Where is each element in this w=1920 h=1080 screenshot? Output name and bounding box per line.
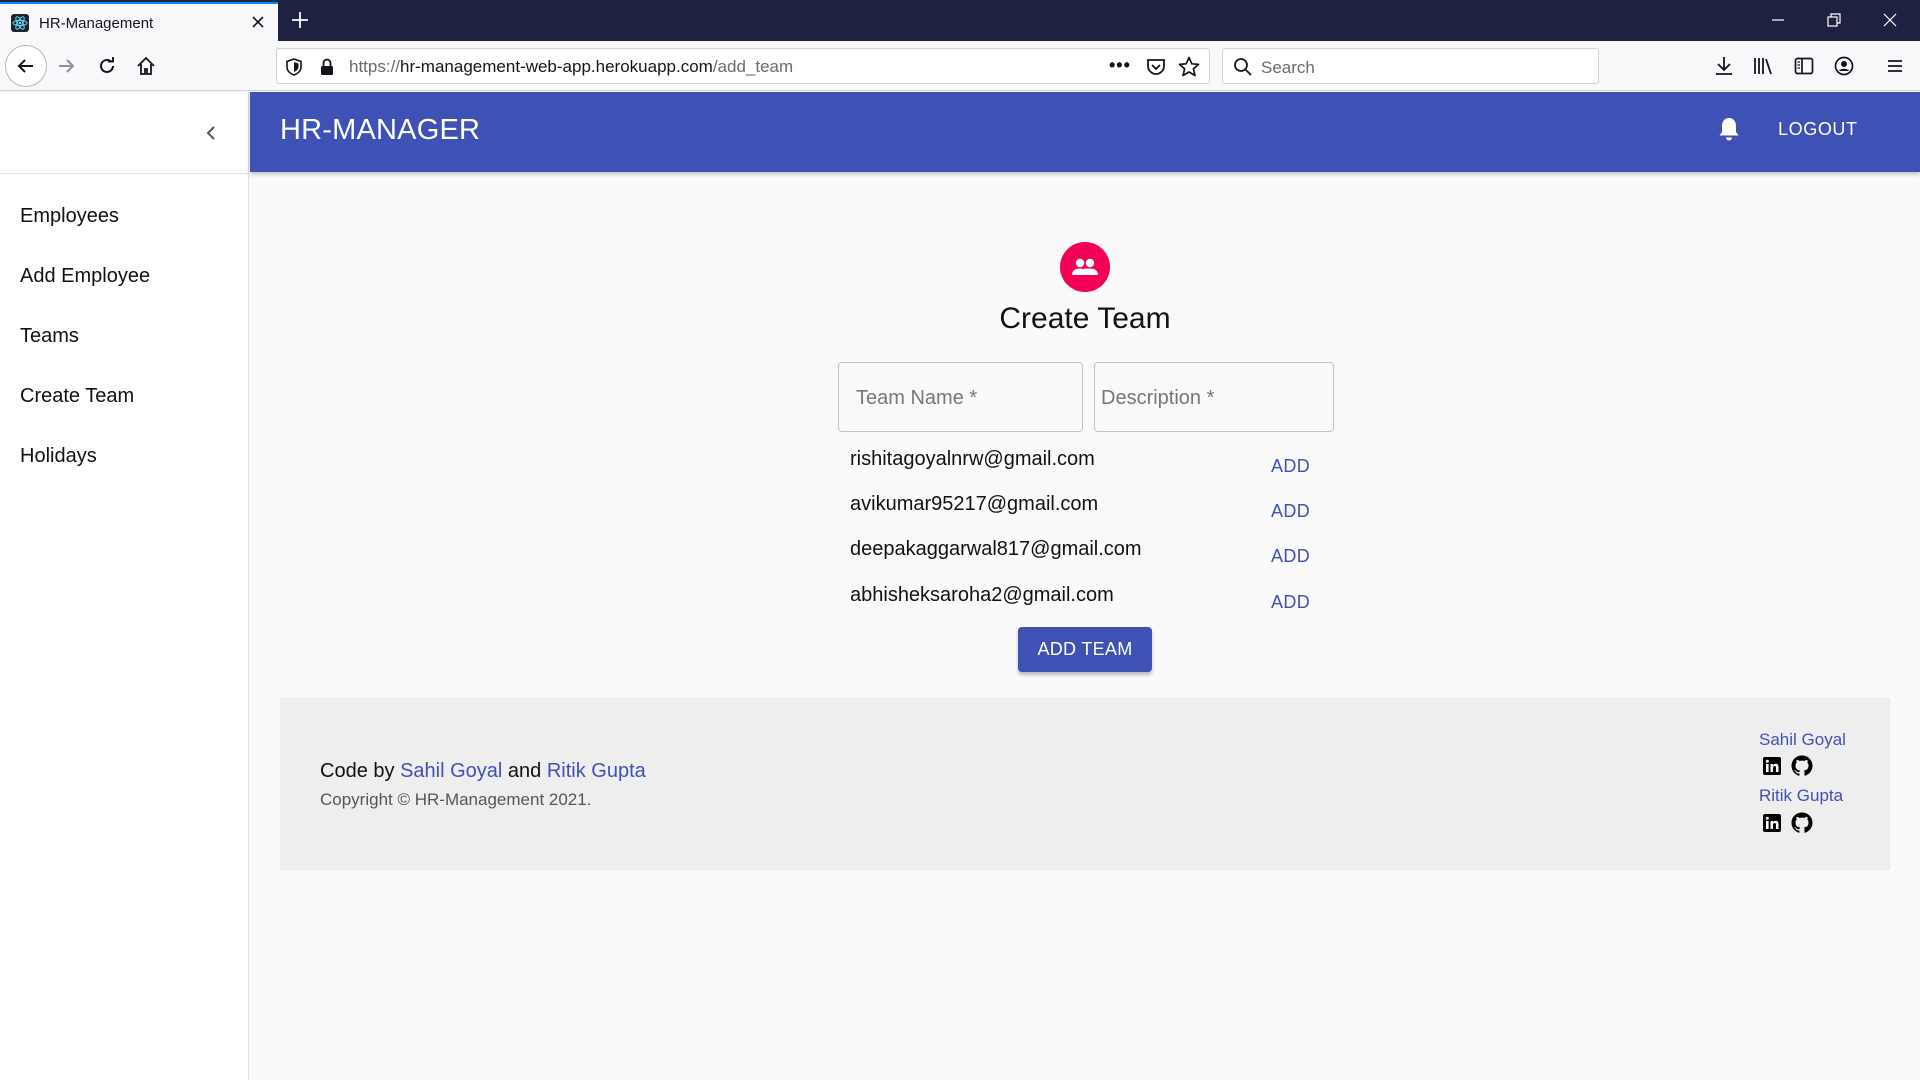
logout-button[interactable]: LOGOUT [1778, 119, 1858, 140]
footer-credit: Code by Sahil Goyal and Ritik Gupta [320, 760, 646, 782]
url-text[interactable]: https://hr-management-web-app.herokuapp.… [349, 57, 793, 77]
sidebar-item-employees[interactable]: Employees [0, 186, 248, 246]
linkedin-icon[interactable] [1762, 756, 1782, 776]
author-link-ritik[interactable]: Ritik Gupta [547, 760, 646, 782]
github-icon[interactable] [1790, 754, 1814, 778]
main-content: Create Team Team Name * Description * ri… [250, 172, 1920, 1080]
employee-email: deepakaggarwal817@gmail.com [850, 538, 1142, 560]
add-member-button[interactable]: ADD [1271, 546, 1310, 567]
footer-social-ritik [1762, 811, 1814, 835]
close-tab-icon[interactable] [248, 12, 268, 32]
employee-email: abhisheksaroha2@gmail.com [850, 584, 1114, 606]
sidebar-item-holidays[interactable]: Holidays [0, 426, 248, 486]
linkedin-icon[interactable] [1762, 813, 1782, 833]
employee-email: avikumar95217@gmail.com [850, 493, 1099, 515]
add-member-button[interactable]: ADD [1271, 592, 1310, 613]
library-icon[interactable] [1751, 53, 1777, 79]
search-box[interactable]: Search [1222, 48, 1599, 84]
forward-button[interactable] [51, 51, 81, 81]
sidebar-item-teams[interactable]: Teams [0, 306, 248, 366]
downloads-icon[interactable] [1711, 53, 1737, 79]
team-name-field[interactable]: Team Name * [838, 362, 1083, 432]
lock-icon[interactable] [319, 57, 335, 82]
menu-hamburger-icon[interactable] [1882, 53, 1908, 79]
group-icon [1072, 258, 1098, 275]
shield-icon[interactable] [285, 57, 303, 82]
browser-tab-strip: HR-Management [0, 0, 1920, 41]
home-button[interactable] [131, 51, 161, 81]
copyright-text: Copyright © HR-Management 2021. [320, 790, 592, 809]
reload-button[interactable] [92, 51, 122, 81]
search-icon [1233, 57, 1253, 82]
arrow-right-icon [59, 59, 75, 73]
footer: Code by Sahil Goyal and Ritik Gupta Copy… [280, 698, 1890, 870]
footer-author-sahil[interactable]: Sahil Goyal [1759, 730, 1846, 750]
sidebar: Employees Add Employee Teams Create Team… [0, 92, 249, 1080]
tab-title: HR-Management [39, 15, 154, 32]
team-avatar [1060, 242, 1110, 292]
list-item: deepakaggarwal817@gmail.com ADD [850, 538, 1350, 578]
employee-email: rishitagoyalnrw@gmail.com [850, 448, 1095, 470]
team-name-label: Team Name * [856, 387, 978, 409]
reload-icon [100, 57, 114, 73]
form-title: Create Team [999, 302, 1171, 335]
arrow-left-icon [17, 59, 33, 73]
app-bar: HR-MANAGER LOGOUT [250, 92, 1920, 172]
sidebar-item-create-team[interactable]: Create Team [0, 366, 248, 426]
footer-author-ritik[interactable]: Ritik Gupta [1759, 786, 1843, 806]
react-logo-icon [11, 14, 29, 32]
browser-tab[interactable]: HR-Management [0, 2, 278, 41]
author-link-sahil[interactable]: Sahil Goyal [400, 760, 502, 782]
list-item: rishitagoyalnrw@gmail.com ADD [850, 448, 1350, 488]
url-bar[interactable]: https://hr-management-web-app.herokuapp.… [276, 48, 1210, 84]
add-team-button[interactable]: ADD TEAM [1018, 627, 1152, 672]
sidebar-item-add-employee[interactable]: Add Employee [0, 246, 248, 306]
new-tab-icon[interactable] [288, 8, 312, 32]
search-placeholder: Search [1261, 58, 1315, 77]
github-icon[interactable] [1790, 811, 1814, 835]
description-field[interactable]: Description * [1094, 362, 1334, 432]
add-member-button[interactable]: ADD [1271, 456, 1310, 477]
home-icon [137, 56, 155, 75]
app-title: HR-MANAGER [280, 114, 481, 146]
minimize-icon[interactable] [1768, 10, 1788, 30]
chevron-left-icon[interactable] [196, 118, 226, 148]
list-item: avikumar95217@gmail.com ADD [850, 493, 1350, 533]
sidebar-header [0, 92, 248, 174]
account-icon[interactable] [1831, 53, 1857, 79]
notification-bell-icon[interactable] [1716, 116, 1742, 149]
close-window-icon[interactable] [1880, 10, 1900, 30]
bookmark-star-icon[interactable] [1177, 55, 1201, 84]
restore-icon[interactable] [1824, 10, 1844, 30]
back-button[interactable] [5, 45, 47, 87]
page-actions-menu-icon[interactable]: ••• [1109, 55, 1131, 76]
list-item: abhisheksaroha2@gmail.com ADD [850, 584, 1350, 624]
sidebar-toggle-icon[interactable] [1791, 53, 1817, 79]
browser-toolbar: https://hr-management-web-app.herokuapp.… [0, 41, 1920, 91]
sidebar-nav: Employees Add Employee Teams Create Team… [0, 174, 248, 486]
pocket-icon[interactable] [1145, 56, 1167, 83]
description-label: Description * [1101, 387, 1215, 409]
add-member-button[interactable]: ADD [1271, 501, 1310, 522]
footer-social-sahil [1762, 754, 1814, 778]
